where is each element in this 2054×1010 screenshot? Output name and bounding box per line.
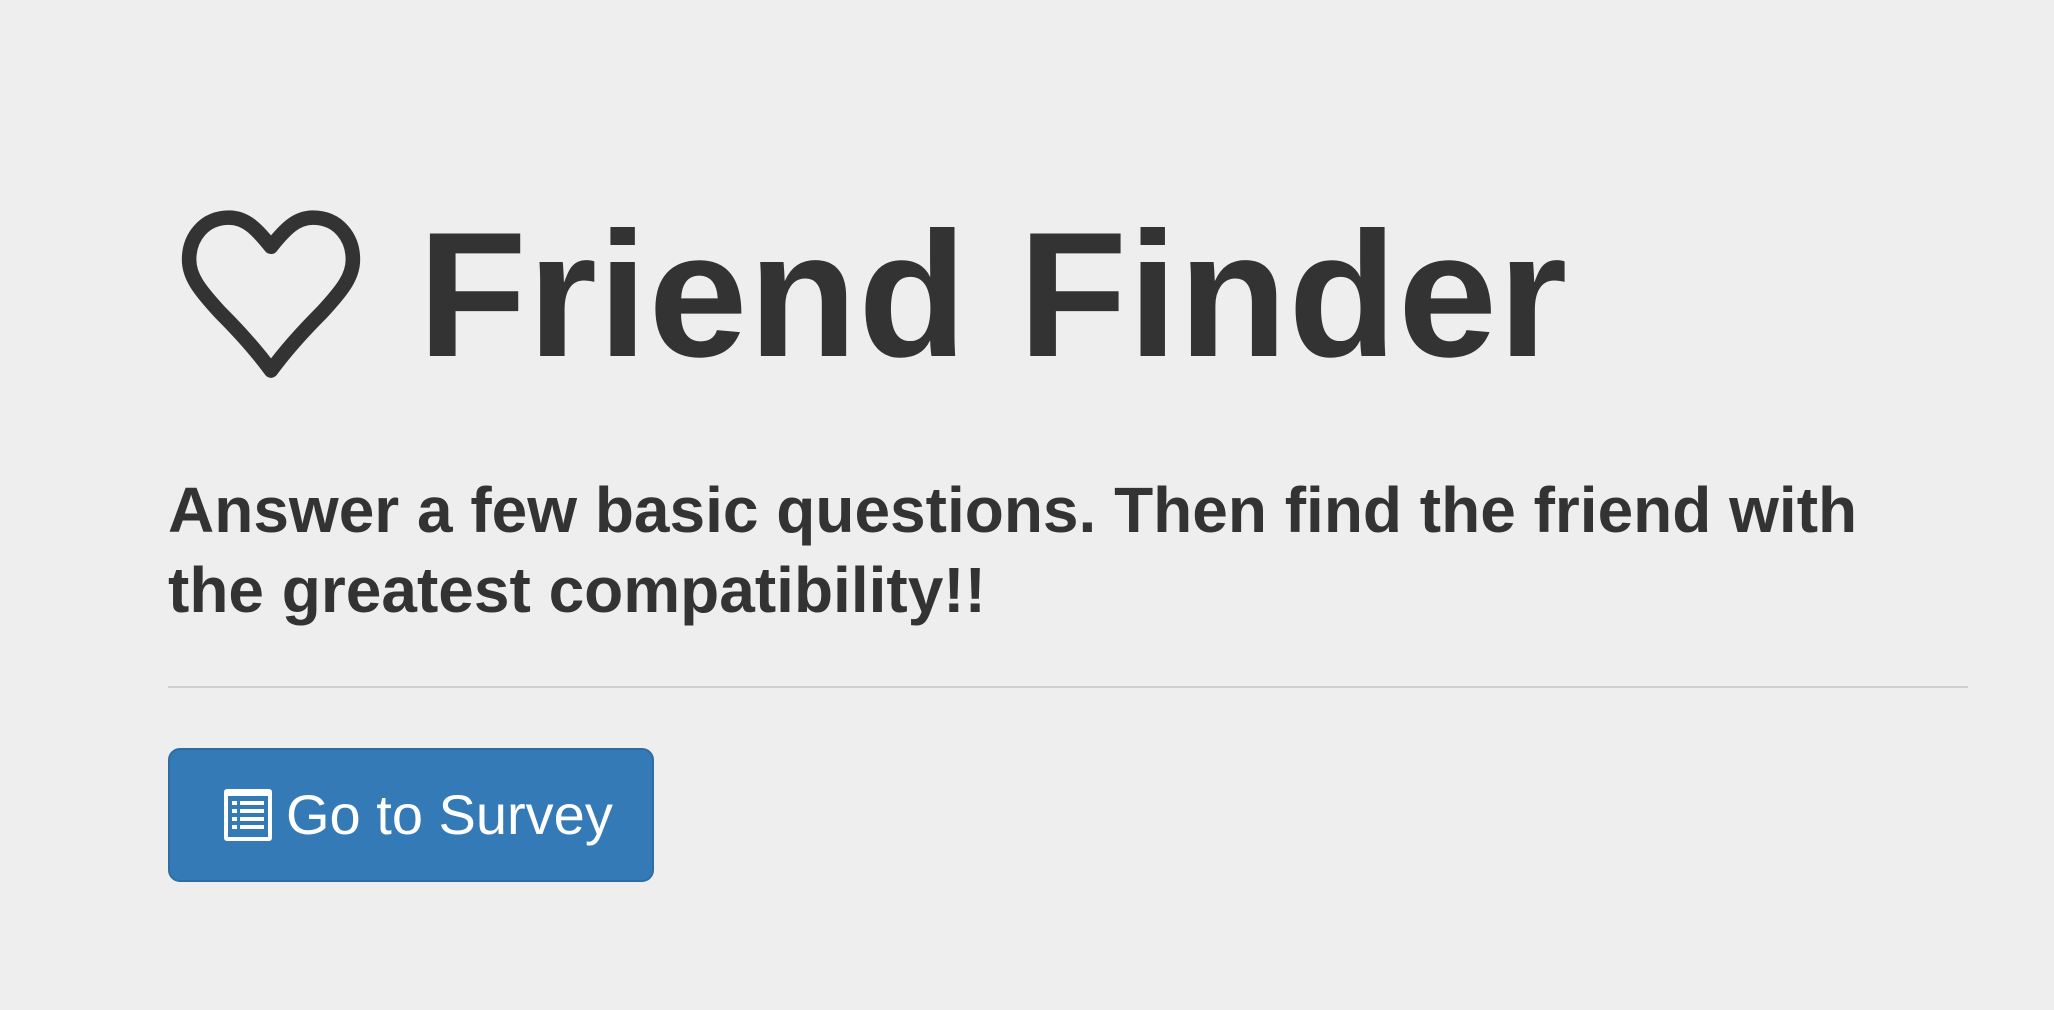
heart-icon <box>181 210 361 378</box>
lead-text: Answer a few basic questions. Then find … <box>168 474 1858 626</box>
divider <box>168 686 1968 688</box>
survey-button-label: Go to Survey <box>286 783 613 846</box>
page-title: Friend Finder <box>418 195 1569 394</box>
title-row: Friend Finder <box>180 200 1568 390</box>
list-alt-icon <box>224 789 272 841</box>
jumbotron: Friend Finder Answer a few basic questio… <box>168 0 1968 1010</box>
go-to-survey-button[interactable]: Go to Survey <box>168 748 654 882</box>
